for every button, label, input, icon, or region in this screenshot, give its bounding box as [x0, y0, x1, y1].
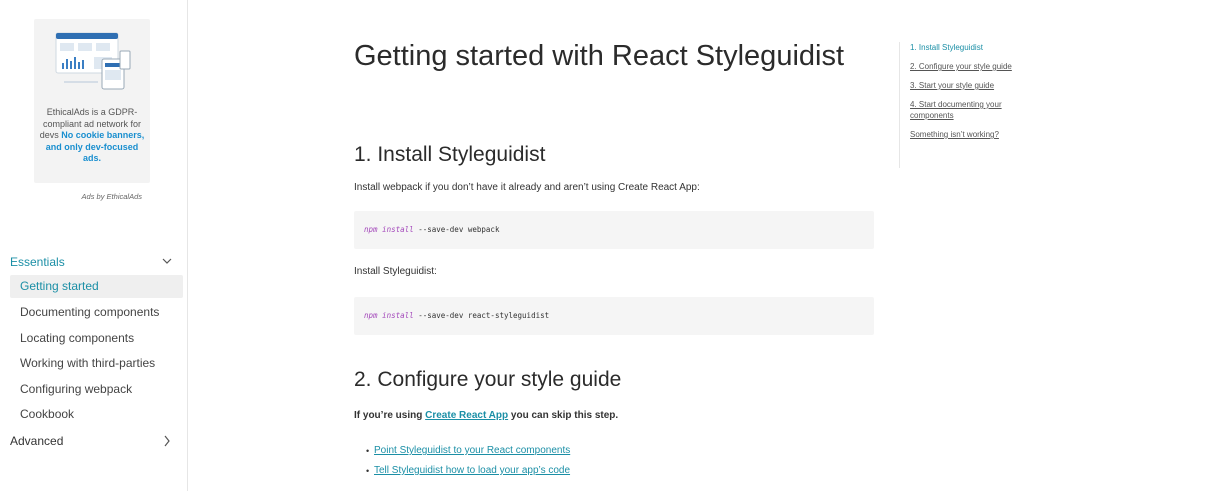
code-args: --save-dev webpack	[418, 225, 500, 234]
sidebar-item-getting-started[interactable]: Getting started	[10, 275, 183, 298]
nav-section-label: Essentials	[10, 255, 65, 269]
sidebar-item-documenting-components[interactable]: Documenting components	[10, 301, 183, 324]
toc-item-documenting[interactable]: 4. Start documenting your components	[910, 99, 1039, 121]
table-of-contents: 1. Install Styleguidist 2. Configure you…	[899, 42, 1039, 168]
nav-section-label: Advanced	[10, 434, 64, 448]
chevron-down-icon	[162, 258, 172, 264]
chevron-right-icon	[164, 435, 170, 447]
toc-item-configure[interactable]: 2. Configure your style guide	[910, 61, 1039, 72]
ad-attribution-link[interactable]: Ads by EthicalAds	[34, 192, 142, 201]
install-webpack-text: Install webpack if you don’t have it alr…	[354, 182, 700, 193]
sidebar: EthicalAds is a GDPR-compliant ad networ…	[0, 0, 188, 491]
nav-section-advanced[interactable]: Advanced	[0, 430, 188, 452]
sidebar-item-working-with-third-parties[interactable]: Working with third-parties	[10, 352, 183, 375]
create-react-app-link[interactable]: Create React App	[425, 410, 508, 421]
configure-links-list: Point Styleguidist to your React compone…	[366, 441, 570, 481]
point-components-link[interactable]: Point Styleguidist to your React compone…	[374, 445, 570, 456]
section-heading-install: 1. Install Styleguidist	[354, 143, 546, 166]
load-app-code-link[interactable]: Tell Styleguidist how to load your app’s…	[374, 465, 570, 476]
page-title: Getting started with React Styleguidist	[354, 40, 845, 72]
code-args: --save-dev react-styleguidist	[418, 311, 550, 320]
ad-text-bold: No cookie banners, and only dev-focused …	[45, 130, 145, 163]
code-block-styleguidist[interactable]: npm install --save-dev react-styleguidis…	[354, 297, 874, 335]
cra-note-suffix: you can skip this step.	[508, 410, 619, 421]
code-keyword: npm install	[364, 311, 414, 320]
section-heading-configure: 2. Configure your style guide	[354, 368, 622, 391]
cra-note: If you’re using Create React App you can…	[354, 409, 618, 423]
sidebar-item-cookbook[interactable]: Cookbook	[10, 403, 183, 426]
ethical-ad[interactable]: EthicalAds is a GDPR-compliant ad networ…	[34, 19, 150, 183]
list-item: Tell Styleguidist how to load your app’s…	[366, 461, 570, 481]
list-item: Point Styleguidist to your React compone…	[366, 441, 570, 461]
cra-note-prefix: If you’re using	[354, 410, 426, 421]
code-keyword: npm install	[364, 225, 414, 234]
sidebar-item-configuring-webpack[interactable]: Configuring webpack	[10, 378, 183, 401]
ad-text[interactable]: EthicalAds is a GDPR-compliant ad networ…	[38, 107, 146, 165]
code-block-webpack[interactable]: npm install --save-dev webpack	[354, 211, 874, 249]
install-styleguidist-text: Install Styleguidist:	[354, 266, 437, 277]
toc-item-troubleshooting[interactable]: Something isn’t working?	[910, 129, 1039, 140]
sidebar-item-locating-components[interactable]: Locating components	[10, 327, 183, 350]
toc-item-start[interactable]: 3. Start your style guide	[910, 80, 1039, 91]
ad-image[interactable]	[54, 29, 132, 95]
toc-item-install[interactable]: 1. Install Styleguidist	[910, 42, 1039, 53]
nav-section-essentials[interactable]: Essentials	[0, 251, 188, 273]
